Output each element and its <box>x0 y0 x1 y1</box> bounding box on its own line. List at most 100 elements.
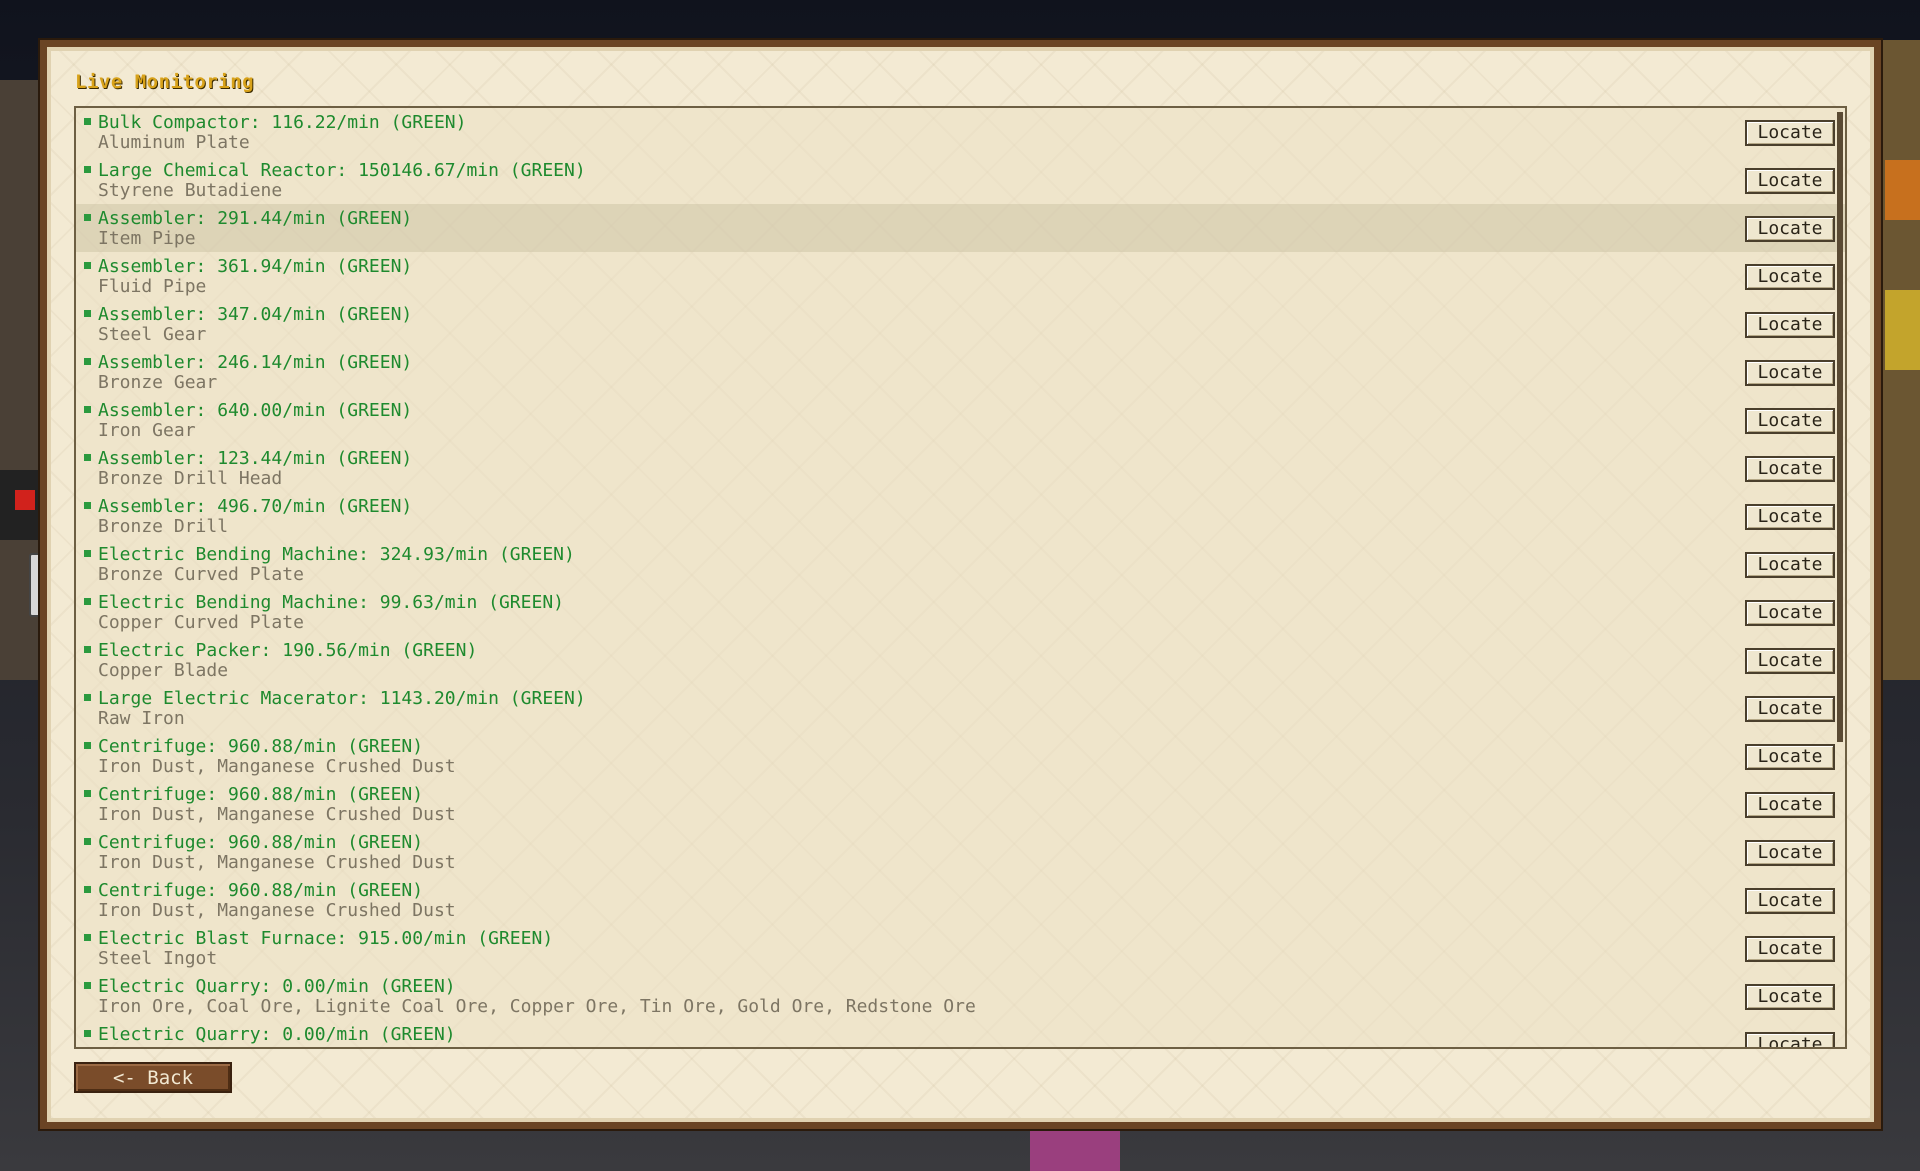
status-bullet-icon <box>84 694 91 701</box>
machine-output-label: Iron Dust, Manganese Crushed Dust <box>98 900 456 921</box>
machine-output-label: Fluid Pipe <box>98 276 207 297</box>
list-item: Large Chemical Reactor: 150146.67/min (G… <box>76 156 1845 204</box>
machine-rate-label: Large Chemical Reactor: 150146.67/min (G… <box>98 160 586 181</box>
list-item: Electric Blast Furnace: 915.00/min (GREE… <box>76 924 1845 972</box>
machine-output-label: Iron Gear <box>98 420 196 441</box>
list-item: Electric Quarry: 0.00/min (GREEN) Locate <box>76 1020 1845 1047</box>
list-item: Centrifuge: 960.88/min (GREEN) Iron Dust,… <box>76 876 1845 924</box>
status-bullet-icon <box>84 214 91 221</box>
list-item: Large Electric Macerator: 1143.20/min (G… <box>76 684 1845 732</box>
locate-button[interactable]: Locate <box>1745 312 1835 338</box>
locate-button[interactable]: Locate <box>1745 792 1835 818</box>
live-monitoring-panel: Live Monitoring Bulk Compactor: 116.22/m… <box>40 40 1881 1129</box>
locate-button[interactable]: Locate <box>1745 984 1835 1010</box>
panel-title: Live Monitoring <box>75 71 255 93</box>
machine-rate-label: Assembler: 640.00/min (GREEN) <box>98 400 413 421</box>
machine-output-label: Bronze Drill <box>98 516 229 537</box>
list-item: Centrifuge: 960.88/min (GREEN) Iron Dust,… <box>76 828 1845 876</box>
locate-button[interactable]: Locate <box>1745 120 1835 146</box>
locate-button[interactable]: Locate <box>1745 840 1835 866</box>
status-bullet-icon <box>84 406 91 413</box>
machine-output-label: Aluminum Plate <box>98 132 250 153</box>
locate-button[interactable]: Locate <box>1745 648 1835 674</box>
machine-rate-label: Large Electric Macerator: 1143.20/min (G… <box>98 688 586 709</box>
status-bullet-icon <box>84 934 91 941</box>
status-bullet-icon <box>84 358 91 365</box>
status-bullet-icon <box>84 982 91 989</box>
locate-button[interactable]: Locate <box>1745 504 1835 530</box>
locate-button[interactable]: Locate <box>1745 936 1835 962</box>
machine-rate-label: Assembler: 347.04/min (GREEN) <box>98 304 413 325</box>
back-button[interactable]: <- Back <box>74 1062 232 1093</box>
list-item: Electric Packer: 190.56/min (GREEN) Coppe… <box>76 636 1845 684</box>
list-item: Electric Bending Machine: 99.63/min (GRE… <box>76 588 1845 636</box>
locate-button[interactable]: Locate <box>1745 744 1835 770</box>
machine-rate-label: Electric Bending Machine: 324.93/min (GR… <box>98 544 575 565</box>
machine-rate-label: Centrifuge: 960.88/min (GREEN) <box>98 736 424 757</box>
status-bullet-icon <box>84 598 91 605</box>
status-bullet-icon <box>84 550 91 557</box>
status-bullet-icon <box>84 454 91 461</box>
locate-button[interactable]: Locate <box>1745 456 1835 482</box>
machine-output-label: Styrene Butadiene <box>98 180 283 201</box>
status-bullet-icon <box>84 1030 91 1037</box>
machine-rate-label: Electric Quarry: 0.00/min (GREEN) <box>98 976 456 997</box>
machine-output-label: Iron Dust, Manganese Crushed Dust <box>98 852 456 873</box>
list-scrollbar[interactable] <box>1837 112 1843 742</box>
machine-rate-label: Electric Packer: 190.56/min (GREEN) <box>98 640 478 661</box>
locate-button[interactable]: Locate <box>1745 408 1835 434</box>
status-bullet-icon <box>84 262 91 269</box>
status-bullet-icon <box>84 742 91 749</box>
machine-rate-label: Assembler: 123.44/min (GREEN) <box>98 448 413 469</box>
machine-output-label: Steel Gear <box>98 324 207 345</box>
status-bullet-icon <box>84 886 91 893</box>
machine-rate-label: Bulk Compactor: 116.22/min (GREEN) <box>98 112 467 133</box>
locate-button[interactable]: Locate <box>1745 888 1835 914</box>
machine-rate-label: Centrifuge: 960.88/min (GREEN) <box>98 832 424 853</box>
machine-output-label: Item Pipe <box>98 228 196 249</box>
status-bullet-icon <box>84 310 91 317</box>
list-item: Assembler: 496.70/min (GREEN) Bronze Dril… <box>76 492 1845 540</box>
machine-rate-label: Electric Blast Furnace: 915.00/min (GREE… <box>98 928 554 949</box>
locate-button[interactable]: Locate <box>1745 696 1835 722</box>
list-item: Assembler: 640.00/min (GREEN) Iron Gear Lo… <box>76 396 1845 444</box>
list-item: Assembler: 246.14/min (GREEN) Bronze Gear… <box>76 348 1845 396</box>
machine-rate-label: Assembler: 291.44/min (GREEN) <box>98 208 413 229</box>
locate-button[interactable]: Locate <box>1745 360 1835 386</box>
machine-rate-label: Electric Bending Machine: 99.63/min (GRE… <box>98 592 564 613</box>
machine-rate-label: Centrifuge: 960.88/min (GREEN) <box>98 880 424 901</box>
machine-list[interactable]: Bulk Compactor: 116.22/min (GREEN) Alumin… <box>74 106 1847 1049</box>
status-bullet-icon <box>84 790 91 797</box>
machine-output-label: Copper Curved Plate <box>98 612 304 633</box>
status-bullet-icon <box>84 502 91 509</box>
machine-output-label: Iron Ore, Coal Ore, Lignite Coal Ore, Co… <box>98 996 976 1017</box>
machine-rate-label: Assembler: 246.14/min (GREEN) <box>98 352 413 373</box>
machine-output-label: Iron Dust, Manganese Crushed Dust <box>98 756 456 777</box>
list-item: Assembler: 347.04/min (GREEN) Steel Gear L… <box>76 300 1845 348</box>
list-item: Centrifuge: 960.88/min (GREEN) Iron Dust,… <box>76 732 1845 780</box>
machine-rate-label: Assembler: 361.94/min (GREEN) <box>98 256 413 277</box>
list-item: Bulk Compactor: 116.22/min (GREEN) Alumin… <box>76 108 1845 156</box>
status-bullet-icon <box>84 166 91 173</box>
locate-button[interactable]: Locate <box>1745 168 1835 194</box>
machine-output-label: Bronze Curved Plate <box>98 564 304 585</box>
status-bullet-icon <box>84 838 91 845</box>
locate-button[interactable]: Locate <box>1745 264 1835 290</box>
status-bullet-icon <box>84 118 91 125</box>
locate-button[interactable]: Locate <box>1745 552 1835 578</box>
list-item: Electric Quarry: 0.00/min (GREEN) Iron Or… <box>76 972 1845 1020</box>
machine-output-label: Raw Iron <box>98 708 185 729</box>
status-bullet-icon <box>84 646 91 653</box>
locate-button[interactable]: Locate <box>1745 1032 1835 1047</box>
locate-button[interactable]: Locate <box>1745 600 1835 626</box>
machine-output-label: Bronze Drill Head <box>98 468 283 489</box>
machine-output-label: Bronze Gear <box>98 372 218 393</box>
machine-rate-label: Centrifuge: 960.88/min (GREEN) <box>98 784 424 805</box>
locate-button[interactable]: Locate <box>1745 216 1835 242</box>
list-item: Assembler: 123.44/min (GREEN) Bronze Dril… <box>76 444 1845 492</box>
machine-output-label: Iron Dust, Manganese Crushed Dust <box>98 804 456 825</box>
machine-rate-label: Assembler: 496.70/min (GREEN) <box>98 496 413 517</box>
machine-rate-label: Electric Quarry: 0.00/min (GREEN) <box>98 1024 456 1045</box>
list-item: Electric Bending Machine: 324.93/min (GR… <box>76 540 1845 588</box>
machine-output-label: Copper Blade <box>98 660 229 681</box>
